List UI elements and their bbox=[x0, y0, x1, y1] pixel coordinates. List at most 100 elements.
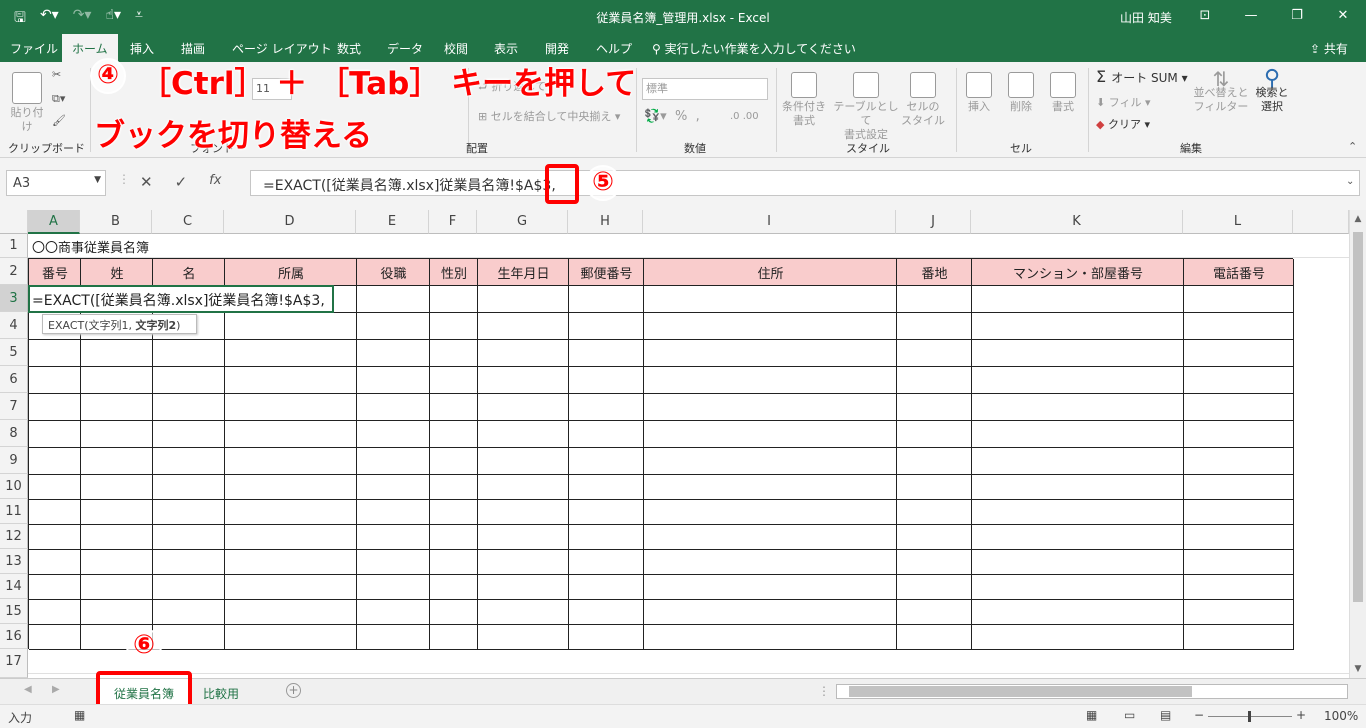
close-icon[interactable]: ✕ bbox=[1320, 0, 1366, 34]
header-gender[interactable]: 性別 bbox=[430, 263, 478, 282]
conditional-format-button[interactable]: 条件付き 書式 bbox=[780, 72, 828, 128]
row-header-8[interactable]: 8 bbox=[0, 420, 28, 447]
tab-insert[interactable]: 挿入 bbox=[130, 40, 154, 57]
decimal-icon[interactable]: .0 .00 bbox=[730, 110, 759, 124]
zoom-in-icon[interactable]: + bbox=[1296, 708, 1306, 722]
zoom-level[interactable]: 100% bbox=[1324, 709, 1358, 723]
header-birthdate[interactable]: 生年月日 bbox=[478, 263, 569, 282]
zoom-slider-thumb[interactable] bbox=[1248, 711, 1251, 722]
tab-draw[interactable]: 描画 bbox=[181, 40, 205, 57]
cancel-icon[interactable]: ✕ bbox=[140, 173, 153, 191]
tab-data[interactable]: データ bbox=[387, 40, 423, 57]
row-header-10[interactable]: 10 bbox=[0, 474, 28, 499]
row-header-12[interactable]: 12 bbox=[0, 524, 28, 549]
scroll-up-icon[interactable]: ▲ bbox=[1350, 214, 1366, 224]
header-building-room[interactable]: マンション・部屋番号 bbox=[972, 263, 1184, 282]
column-header-i[interactable]: I bbox=[643, 210, 896, 234]
fill-button[interactable]: ⬇ フィル ▾ bbox=[1096, 96, 1151, 110]
horizontal-scrollbar[interactable] bbox=[836, 684, 1348, 699]
header-first-name[interactable]: 名 bbox=[153, 263, 225, 282]
row-header-6[interactable]: 6 bbox=[0, 366, 28, 393]
ribbon-display-icon[interactable]: ⊡ bbox=[1182, 0, 1228, 34]
header-department[interactable]: 所属 bbox=[225, 263, 357, 282]
insert-function-icon[interactable]: fx bbox=[209, 173, 221, 191]
tab-scroll-left-icon[interactable]: ◀ bbox=[24, 684, 32, 695]
row-header-7[interactable]: 7 bbox=[0, 393, 28, 420]
row-header-2[interactable]: 2 bbox=[0, 258, 28, 285]
vertical-scrollbar[interactable]: ▲ ▼ bbox=[1349, 210, 1366, 678]
insert-cells-button[interactable]: 挿入 bbox=[962, 72, 996, 114]
tab-page-layout[interactable]: ページ レイアウト bbox=[232, 40, 332, 57]
select-all-corner[interactable] bbox=[0, 210, 28, 234]
row-header-9[interactable]: 9 bbox=[0, 447, 28, 474]
number-format-select[interactable]: 標準 bbox=[642, 78, 768, 100]
macro-record-icon[interactable]: ▦ bbox=[74, 708, 85, 722]
copy-icon[interactable]: ⧉▾ bbox=[52, 92, 65, 106]
column-header-a[interactable]: A bbox=[28, 210, 80, 234]
collapse-ribbon-icon[interactable]: ⌃ bbox=[1348, 140, 1357, 154]
minimize-icon[interactable]: — bbox=[1228, 0, 1274, 34]
active-cell-editor[interactable]: =EXACT([従業員名簿.xlsx]従業員名簿!$A$3, bbox=[28, 285, 334, 313]
row-header-14[interactable]: 14 bbox=[0, 574, 28, 599]
header-position[interactable]: 役職 bbox=[357, 263, 430, 282]
currency-icon[interactable]: 💱▾ % , bbox=[644, 110, 700, 124]
column-header-g[interactable]: G bbox=[477, 210, 568, 234]
h-scroll-thumb[interactable] bbox=[849, 686, 1192, 697]
column-header-c[interactable]: C bbox=[152, 210, 224, 234]
restore-icon[interactable]: ❐ bbox=[1274, 0, 1320, 34]
header-postal-code[interactable]: 郵便番号 bbox=[569, 263, 644, 282]
tell-me-search[interactable]: ⚲ 実行したい作業を入力してください bbox=[652, 40, 856, 57]
tab-file[interactable]: ファイル bbox=[10, 40, 58, 57]
enter-icon[interactable]: ✓ bbox=[175, 173, 188, 191]
worksheet[interactable]: A B C D E F G H I J K L 1 2 3 4 5 6 7 8 … bbox=[0, 210, 1366, 678]
column-header-l[interactable]: L bbox=[1183, 210, 1293, 234]
row-header-11[interactable]: 11 bbox=[0, 499, 28, 524]
header-last-name[interactable]: 姓 bbox=[81, 263, 153, 282]
clear-button[interactable]: ◆ クリア ▾ bbox=[1096, 118, 1150, 132]
header-phone[interactable]: 電話番号 bbox=[1184, 263, 1294, 282]
column-header-j[interactable]: J bbox=[896, 210, 971, 234]
function-tooltip[interactable]: EXACT(文字列1, 文字列2) bbox=[42, 314, 197, 334]
delete-cells-button[interactable]: 削除 bbox=[1004, 72, 1038, 114]
scroll-down-icon[interactable]: ▼ bbox=[1350, 664, 1366, 674]
tab-developer[interactable]: 開発 bbox=[545, 40, 569, 57]
column-header-f[interactable]: F bbox=[429, 210, 477, 234]
sheet-title-cell[interactable]: 〇〇商事従業員名簿 bbox=[32, 237, 149, 256]
header-block-number[interactable]: 番地 bbox=[897, 263, 972, 282]
autosum-button[interactable]: Σ オート SUM ▾ bbox=[1096, 69, 1188, 86]
page-break-view-icon[interactable]: ▤ bbox=[1160, 708, 1171, 722]
row-header-15[interactable]: 15 bbox=[0, 599, 28, 624]
page-layout-view-icon[interactable]: ▭ bbox=[1124, 708, 1135, 722]
header-address[interactable]: 住所 bbox=[644, 263, 897, 282]
sort-filter-button[interactable]: ⇅ 並べ替えと フィルター bbox=[1192, 69, 1250, 114]
format-cells-button[interactable]: 書式 bbox=[1046, 72, 1080, 114]
splitter-icon[interactable]: ⋮ bbox=[818, 684, 830, 698]
tab-formulas[interactable]: 数式 bbox=[337, 40, 361, 57]
user-name[interactable]: 山田 知美 bbox=[1120, 9, 1172, 26]
row-header-5[interactable]: 5 bbox=[0, 339, 28, 366]
expand-formula-icon[interactable]: ⌄ bbox=[1346, 176, 1354, 187]
row-header-17[interactable]: 17 bbox=[0, 649, 28, 678]
column-header-b[interactable]: B bbox=[80, 210, 152, 234]
name-box[interactable]: A3 ▼ bbox=[6, 170, 106, 196]
tab-view[interactable]: 表示 bbox=[494, 40, 518, 57]
cell-styles-button[interactable]: セルの スタイル bbox=[898, 72, 948, 128]
column-header-e[interactable]: E bbox=[356, 210, 429, 234]
row-header-3[interactable]: 3 bbox=[0, 285, 28, 312]
column-header-d[interactable]: D bbox=[224, 210, 356, 234]
row-header-16[interactable]: 16 bbox=[0, 624, 28, 649]
cut-icon[interactable]: ✂ bbox=[52, 68, 61, 82]
row-header-4[interactable]: 4 bbox=[0, 312, 28, 339]
row-header-1[interactable]: 1 bbox=[0, 234, 28, 258]
find-select-button[interactable]: ⚲ 検索と 選択 bbox=[1252, 68, 1292, 114]
tab-scroll-right-icon[interactable]: ▶ bbox=[52, 684, 60, 695]
scroll-thumb[interactable] bbox=[1353, 232, 1363, 602]
format-painter-icon[interactable]: 🖌 bbox=[52, 114, 66, 128]
column-header-k[interactable]: K bbox=[971, 210, 1183, 234]
format-as-table-button[interactable]: テーブルとして 書式設定 bbox=[830, 72, 902, 142]
row-header-13[interactable]: 13 bbox=[0, 549, 28, 574]
tab-help[interactable]: ヘルプ bbox=[596, 40, 632, 57]
formula-input[interactable]: =EXACT([従業員名簿.xlsx]従業員名簿!$A$3, bbox=[250, 170, 1360, 196]
share-button[interactable]: ⇪ 共有 bbox=[1310, 40, 1348, 57]
zoom-out-icon[interactable]: − bbox=[1194, 708, 1204, 722]
